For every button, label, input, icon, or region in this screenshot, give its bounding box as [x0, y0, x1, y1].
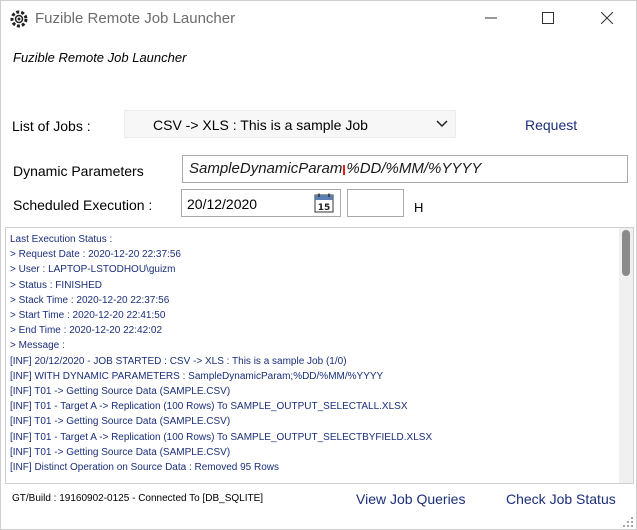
log-line: [INF] T01 - Target A -> Replication (100… [10, 401, 408, 413]
log-scrollbar-thumb[interactable] [622, 230, 630, 276]
calendar-day-text: 15 [318, 203, 331, 213]
log-line: > Start Time : 2020-12-20 22:41:50 [10, 310, 166, 322]
hour-unit-label: H [414, 200, 424, 215]
minimize-button[interactable] [468, 1, 514, 35]
dynamic-parameters-value-part-1: SampleDynamicParam [189, 160, 343, 177]
log-line: [INF] WITH DYNAMIC PARAMETERS : SampleDy… [10, 370, 384, 382]
maximize-icon [542, 12, 554, 24]
schedule-date-value: 20/12/2020 [187, 196, 258, 212]
log-line: > Status : FINISHED [10, 279, 102, 291]
connection-status: GT/Build : 19160902-0125 - Connected To … [12, 493, 264, 504]
log-line: > End Time : 2020-12-20 22:42:02 [10, 325, 163, 337]
schedule-hour-input[interactable] [347, 189, 404, 217]
log-line: > Stack Time : 2020-12-20 22:37:56 [10, 294, 170, 306]
resize-grip-icon[interactable] [622, 515, 634, 527]
view-job-queries-button[interactable]: View Job Queries [356, 491, 465, 507]
minimize-icon [485, 17, 497, 19]
check-job-status-button[interactable]: Check Job Status [506, 491, 616, 507]
scheduled-execution-label: Scheduled Execution : [13, 197, 153, 213]
title-bar[interactable]: Fuzible Remote Job Launcher [1, 1, 636, 35]
page-subtitle: Fuzible Remote Job Launcher [13, 50, 187, 65]
dynamic-parameters-value: SampleDynamicParam %DD/%MM/%YYYY [189, 160, 481, 177]
log-lines: Last Execution Status : > Request Date : … [10, 232, 620, 475]
log-scrollbar[interactable] [619, 228, 633, 483]
dynamic-parameters-label: Dynamic Parameters [13, 163, 144, 179]
log-line: [INF] Distinct Operation on Source Data … [10, 462, 280, 474]
log-line: > Message : [10, 340, 65, 352]
log-line: > Request Date : 2020-12-20 22:37:56 [10, 249, 181, 261]
dynamic-parameters-value-part-2: %DD/%MM/%YYYY [346, 160, 482, 177]
calendar-icon[interactable]: 15 [314, 193, 334, 213]
jobs-label: List of Jobs : [12, 118, 91, 134]
close-icon [601, 12, 613, 24]
log-line: [INF] 20/12/2020 - JOB STARTED : CSV -> … [10, 355, 347, 367]
app-window: Fuzible Remote Job Launcher Fuzible Remo… [0, 0, 637, 530]
log-line: [INF] T01 - Target A -> Replication (100… [10, 431, 433, 443]
log-line: Last Execution Status : [10, 234, 113, 245]
chevron-down-icon [435, 117, 449, 131]
window-title: Fuzible Remote Job Launcher [35, 10, 236, 27]
request-button[interactable]: Request [525, 117, 577, 133]
dynamic-parameters-input[interactable]: SampleDynamicParam %DD/%MM/%YYYY [182, 155, 628, 183]
maximize-button[interactable] [525, 1, 571, 35]
jobs-dropdown[interactable]: CSV -> XLS : This is a sample Job [124, 110, 456, 138]
log-line: [INF] T01 -> Getting Source Data (SAMPLE… [10, 446, 231, 458]
log-line: [INF] T01 -> Getting Source Data (SAMPLE… [10, 386, 231, 398]
log-line: [INF] T01 -> Getting Source Data (SAMPLE… [10, 416, 231, 428]
schedule-date-picker[interactable]: 20/12/2020 15 [181, 189, 341, 217]
app-gear-icon [9, 9, 29, 29]
execution-status-log[interactable]: Last Execution Status : > Request Date : … [5, 227, 634, 484]
log-line: > User : LAPTOP-LSTODHOU\guizm [10, 264, 176, 276]
close-button[interactable] [584, 1, 630, 35]
jobs-selected-value: CSV -> XLS : This is a sample Job [153, 117, 368, 133]
